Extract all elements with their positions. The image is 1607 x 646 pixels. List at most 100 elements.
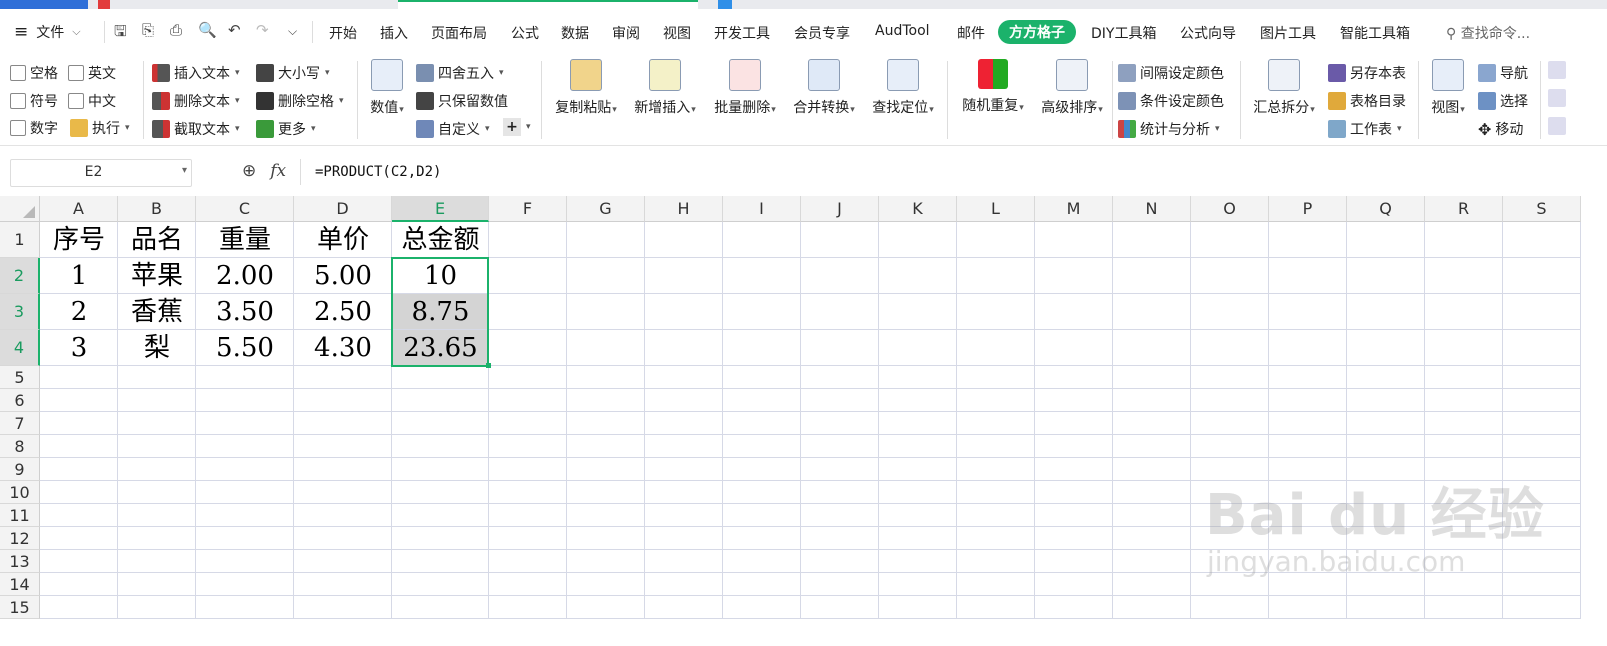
cell-b7[interactable] (118, 412, 196, 435)
cell-g2[interactable] (567, 258, 645, 294)
cell-a6[interactable] (40, 389, 118, 412)
tab-fangfangezi[interactable]: 方方格子 (998, 20, 1076, 44)
cell-l15[interactable] (957, 596, 1035, 619)
cell-m10[interactable] (1035, 481, 1113, 504)
cell-s3[interactable] (1503, 294, 1581, 330)
cell-c10[interactable] (196, 481, 294, 504)
cell-s7[interactable] (1503, 412, 1581, 435)
cell-m4[interactable] (1035, 330, 1113, 366)
merge-convert-button[interactable]: 合并转换▾ (789, 59, 859, 117)
cell-h2[interactable] (645, 258, 723, 294)
cell-d11[interactable] (294, 504, 392, 527)
cell-r3[interactable] (1425, 294, 1503, 330)
fill-handle[interactable] (486, 363, 491, 368)
cell-a13[interactable] (40, 550, 118, 573)
cell-s8[interactable] (1503, 435, 1581, 458)
cell-f7[interactable] (489, 412, 567, 435)
cell-p3[interactable] (1269, 294, 1347, 330)
cell-b6[interactable] (118, 389, 196, 412)
cell-g8[interactable] (567, 435, 645, 458)
cell-h14[interactable] (645, 573, 723, 596)
cell-f2[interactable] (489, 258, 567, 294)
column-header-s[interactable]: S (1503, 196, 1581, 222)
cell-j1[interactable] (801, 222, 879, 258)
tab-member[interactable]: 会员专享 (794, 23, 850, 43)
cell-b9[interactable] (118, 458, 196, 481)
checkbox-chinese[interactable]: 中文 (68, 91, 116, 111)
select-button[interactable]: 选择 (1478, 91, 1528, 111)
cell-f4[interactable] (489, 330, 567, 366)
redo-icon[interactable]: ↷ (256, 21, 269, 39)
cell-i10[interactable] (723, 481, 801, 504)
cell-m12[interactable] (1035, 527, 1113, 550)
cell-j2[interactable] (801, 258, 879, 294)
cell-q3[interactable] (1347, 294, 1425, 330)
cell-a7[interactable] (40, 412, 118, 435)
column-header-a[interactable]: A (40, 196, 118, 222)
tab-view[interactable]: 视图 (663, 23, 691, 43)
cell-h13[interactable] (645, 550, 723, 573)
column-header-e[interactable]: E (392, 196, 489, 222)
cell-g13[interactable] (567, 550, 645, 573)
cell-a12[interactable] (40, 527, 118, 550)
cell-m7[interactable] (1035, 412, 1113, 435)
more-tools-icon[interactable] (1548, 89, 1566, 107)
cell-g10[interactable] (567, 481, 645, 504)
cell-f14[interactable] (489, 573, 567, 596)
cell-k11[interactable] (879, 504, 957, 527)
cell-p15[interactable] (1269, 596, 1347, 619)
cell-k12[interactable] (879, 527, 957, 550)
view-button[interactable]: 视图▾ (1426, 59, 1470, 117)
copy-paste-button[interactable]: 复制粘贴▾ (551, 59, 621, 117)
cell-q8[interactable] (1347, 435, 1425, 458)
cell-i1[interactable] (723, 222, 801, 258)
checkbox-english[interactable]: 英文 (68, 63, 116, 83)
cell-f8[interactable] (489, 435, 567, 458)
cell-q6[interactable] (1347, 389, 1425, 412)
cell-g3[interactable] (567, 294, 645, 330)
summary-split-button[interactable]: 汇总拆分▾ (1249, 59, 1319, 117)
cell-n6[interactable] (1113, 389, 1191, 412)
delete-text-button[interactable]: 删除文本 ▾ (152, 91, 240, 111)
cell-l8[interactable] (957, 435, 1035, 458)
tab-picture-tools[interactable]: 图片工具 (1260, 23, 1316, 43)
cell-e12[interactable] (392, 527, 489, 550)
select-all-corner[interactable] (0, 196, 40, 222)
cell-q2[interactable] (1347, 258, 1425, 294)
cell-p6[interactable] (1269, 389, 1347, 412)
cell-n1[interactable] (1113, 222, 1191, 258)
column-header-f[interactable]: F (489, 196, 567, 222)
cell-g12[interactable] (567, 527, 645, 550)
column-header-o[interactable]: O (1191, 196, 1269, 222)
name-box[interactable]: E2 ▾ (10, 159, 192, 187)
cell-j8[interactable] (801, 435, 879, 458)
number-button[interactable]: 数值▾ (366, 59, 408, 117)
column-header-k[interactable]: K (879, 196, 957, 222)
row-header-7[interactable]: 7 (0, 412, 40, 435)
cell-b10[interactable] (118, 481, 196, 504)
cell-h11[interactable] (645, 504, 723, 527)
cell-r5[interactable] (1425, 366, 1503, 389)
cell-k3[interactable] (879, 294, 957, 330)
worksheet-button[interactable]: 工作表 ▾ (1328, 119, 1402, 139)
cell-f13[interactable] (489, 550, 567, 573)
cell-l4[interactable] (957, 330, 1035, 366)
tab-data[interactable]: 数据 (561, 23, 589, 43)
statistics-button[interactable]: 统计与分析 ▾ (1118, 119, 1220, 139)
cell-a5[interactable] (40, 366, 118, 389)
extract-text-button[interactable]: 截取文本 ▾ (152, 119, 240, 139)
fx-icon[interactable]: fx (270, 161, 286, 181)
cell-b15[interactable] (118, 596, 196, 619)
cell-c7[interactable] (196, 412, 294, 435)
cell-f9[interactable] (489, 458, 567, 481)
cell-d9[interactable] (294, 458, 392, 481)
row-header-1[interactable]: 1 (0, 222, 40, 258)
cell-s15[interactable] (1503, 596, 1581, 619)
cell-i7[interactable] (723, 412, 801, 435)
cell-c11[interactable] (196, 504, 294, 527)
cell-o7[interactable] (1191, 412, 1269, 435)
more-tools-icon[interactable] (1548, 61, 1566, 79)
cell-n3[interactable] (1113, 294, 1191, 330)
cell-p4[interactable] (1269, 330, 1347, 366)
cell-g6[interactable] (567, 389, 645, 412)
